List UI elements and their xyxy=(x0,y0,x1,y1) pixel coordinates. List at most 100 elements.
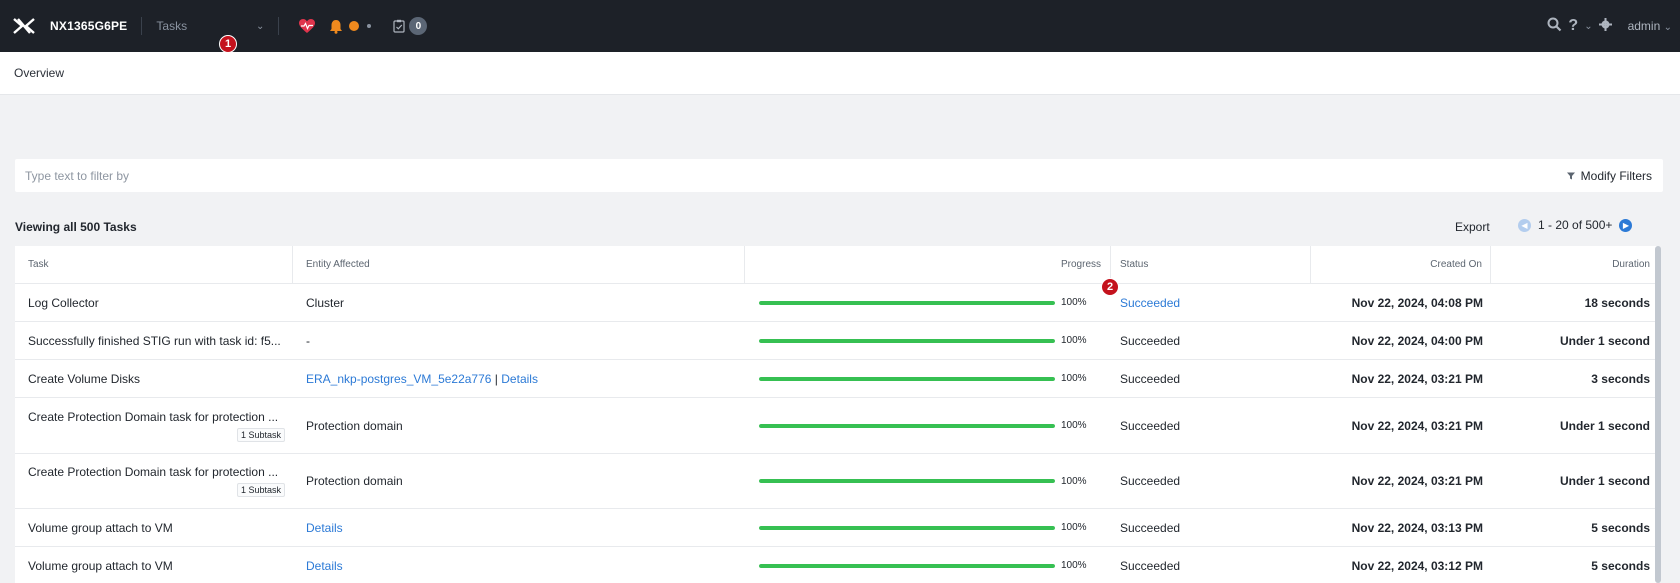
task-name[interactable]: Volume group attach to VM xyxy=(15,509,293,546)
subtask-badge[interactable]: 1 Subtask xyxy=(236,483,285,497)
subtask-badge[interactable]: 1 Subtask xyxy=(236,427,285,442)
user-menu[interactable]: admin ⌄ xyxy=(1628,19,1672,33)
progress-bar xyxy=(759,376,1055,381)
progress-fill xyxy=(759,300,1055,305)
created-on: Nov 22, 2024, 03:21 PM xyxy=(1351,474,1483,488)
modify-filters-button[interactable]: Modify Filters xyxy=(1566,168,1652,183)
progress-percent: 100% xyxy=(1061,522,1087,533)
duration: Under 1 second xyxy=(1559,474,1650,488)
top-navigation-bar: NX1365G6PE Tasks ⌄ 0 ? ⌄ admin ⌄ xyxy=(0,0,1680,52)
divider xyxy=(141,17,143,35)
heart-health-icon[interactable] xyxy=(295,14,319,38)
status: Succeeded xyxy=(1120,558,1181,573)
entity-affected: ERA_nkp-postgres_VM_5e22a776 | Details xyxy=(293,360,745,397)
cluster-name[interactable]: NX1365G6PE xyxy=(50,19,127,33)
table-row[interactable]: Create Protection Domain task for protec… xyxy=(15,454,1658,509)
created-on: Nov 22, 2024, 03:12 PM xyxy=(1351,558,1483,573)
table-row[interactable]: Volume group attach to VM Details 100% S… xyxy=(15,547,1658,583)
created-on: Nov 22, 2024, 03:21 PM xyxy=(1351,371,1483,386)
progress-bar xyxy=(759,479,1055,483)
duration: Under 1 second xyxy=(1559,418,1650,433)
created-on: Nov 22, 2024, 03:21 PM xyxy=(1351,418,1483,433)
status: Succeeded xyxy=(1120,371,1181,386)
status: Succeeded xyxy=(1120,333,1181,348)
breadcrumb-overview[interactable]: Overview xyxy=(14,66,64,80)
progress-fill xyxy=(759,525,1055,530)
divider xyxy=(278,17,280,35)
filter-bar: Modify Filters xyxy=(15,159,1663,192)
column-header-status[interactable]: Status xyxy=(1111,246,1311,283)
table-row[interactable]: Successfully finished STIG run with task… xyxy=(15,322,1658,360)
progress-percent: 100% xyxy=(1061,420,1087,431)
filter-input[interactable] xyxy=(25,168,625,183)
nutanix-logo-icon[interactable] xyxy=(0,0,48,52)
details-link[interactable]: Details xyxy=(306,521,343,535)
progress-cell: 100% xyxy=(759,509,1087,546)
progress-fill xyxy=(759,423,1055,428)
task-name[interactable]: Volume group attach to VM xyxy=(15,547,293,583)
event-indicator[interactable] xyxy=(367,24,372,28)
entity-affected: Protection domain xyxy=(306,418,403,433)
progress-percent: 100% xyxy=(1061,297,1087,308)
export-button[interactable]: Export xyxy=(1455,220,1490,234)
progress-bar xyxy=(759,300,1055,305)
nav-selected-label: Tasks xyxy=(156,19,188,33)
next-page-button[interactable]: ▶ xyxy=(1619,218,1633,232)
entity-affected: Protection domain xyxy=(306,474,403,488)
modify-filters-label: Modify Filters xyxy=(1580,168,1652,183)
progress-cell: 100% xyxy=(759,547,1087,583)
user-name: admin xyxy=(1627,19,1661,33)
chevron-down-icon: ⌄ xyxy=(256,20,265,32)
utility-toolbar: ? ⌄ admin ⌄ xyxy=(1547,0,1672,52)
created-on: Nov 22, 2024, 04:08 PM xyxy=(1351,295,1483,310)
details-link[interactable]: Details xyxy=(501,372,538,386)
status: Succeeded xyxy=(1120,474,1181,488)
table-row[interactable]: Create Volume Disks ERA_nkp-postgres_VM_… xyxy=(15,360,1658,398)
progress-fill xyxy=(759,563,1055,568)
task-name[interactable]: Create Protection Domain task for protec… xyxy=(28,410,278,424)
created-on: Nov 22, 2024, 03:13 PM xyxy=(1351,520,1483,535)
table-scrollbar[interactable] xyxy=(1655,246,1661,583)
task-name[interactable]: Successfully finished STIG run with task… xyxy=(15,322,293,359)
column-header-duration[interactable]: Duration xyxy=(1491,246,1658,283)
duration: 3 seconds xyxy=(1591,371,1650,386)
progress-fill xyxy=(759,376,1055,381)
status-link[interactable]: Succeeded xyxy=(1111,284,1311,321)
column-header-created-on[interactable]: Created On xyxy=(1311,246,1491,283)
progress-cell: 100% xyxy=(759,398,1087,453)
details-link[interactable]: Details xyxy=(306,559,343,573)
annotation-badge-2: 2 xyxy=(1101,278,1119,296)
table-row[interactable]: Create Protection Domain task for protec… xyxy=(15,398,1658,454)
alert-indicator[interactable] xyxy=(349,21,360,31)
prev-page-button[interactable]: ◀ xyxy=(1518,218,1531,232)
gear-icon[interactable] xyxy=(1598,18,1612,34)
duration: 5 seconds xyxy=(1591,520,1650,535)
table-header: Task Entity Affected Progress Status Cre… xyxy=(15,246,1658,284)
entity-vm-link[interactable]: ERA_nkp-postgres_VM_5e22a776 xyxy=(306,372,491,386)
entity-affected: Details xyxy=(293,547,745,583)
help-icon[interactable]: ? xyxy=(1568,17,1578,35)
task-name[interactable]: Log Collector xyxy=(15,284,293,321)
progress-bar xyxy=(759,525,1055,530)
entity-separator: | xyxy=(491,371,502,386)
column-header-task[interactable]: Task xyxy=(15,246,293,283)
table-row[interactable]: Log Collector Cluster 100% Succeeded Nov… xyxy=(15,284,1658,322)
bell-icon[interactable] xyxy=(329,19,343,34)
chevron-down-icon[interactable]: ⌄ xyxy=(1584,21,1592,32)
progress-cell: 100% xyxy=(759,322,1087,359)
annotation-badge-1: 1 xyxy=(219,35,237,53)
entity-affected: - xyxy=(306,333,310,348)
tasks-icon[interactable] xyxy=(393,19,405,33)
task-name[interactable]: Create Volume Disks xyxy=(15,360,293,397)
chevron-down-icon: ⌄ xyxy=(1663,22,1672,33)
table-row[interactable]: Volume group attach to VM Details 100% S… xyxy=(15,509,1658,547)
task-name[interactable]: Create Protection Domain task for protec… xyxy=(28,465,278,479)
column-header-entity[interactable]: Entity Affected xyxy=(293,246,745,283)
task-count-badge[interactable]: 0 xyxy=(409,17,428,35)
search-icon[interactable] xyxy=(1547,17,1562,35)
pagination: ◀ 1 - 20 of 500+ ▶ xyxy=(1518,218,1633,232)
tasks-summary: Viewing all 500 Tasks xyxy=(15,220,137,234)
column-header-progress[interactable]: Progress xyxy=(745,246,1111,283)
filter-icon xyxy=(1566,172,1575,179)
main-nav-dropdown[interactable]: Tasks ⌄ xyxy=(156,19,264,33)
